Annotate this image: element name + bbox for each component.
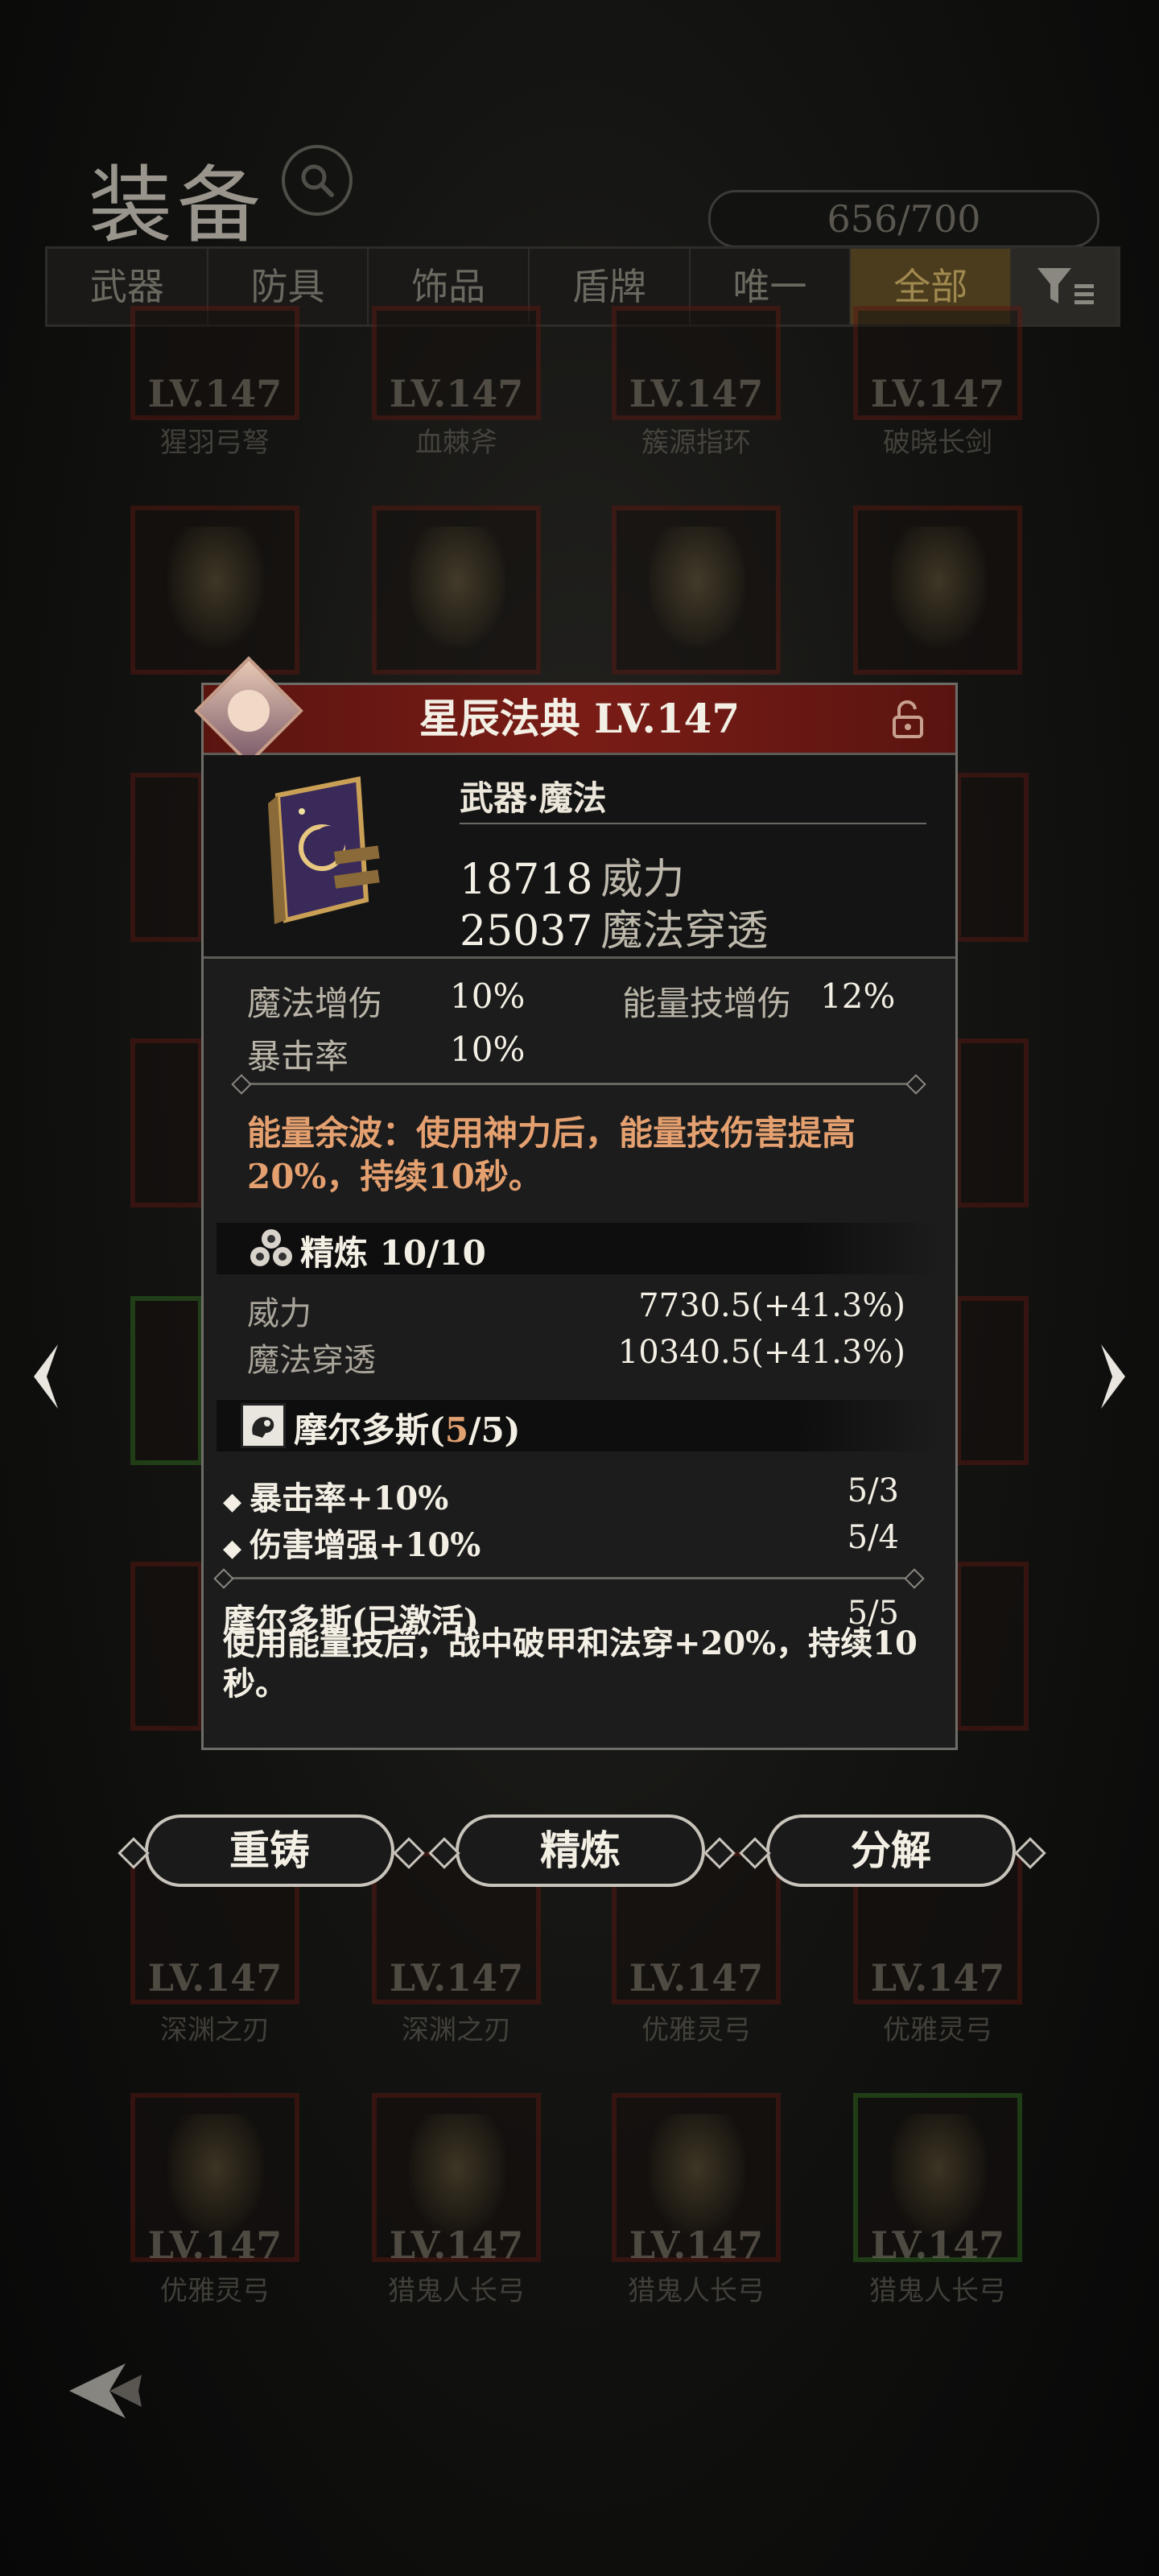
next-item-button[interactable]: [1088, 1336, 1136, 1417]
item-image: [890, 2114, 987, 2235]
stat-value: 25037: [460, 907, 593, 956]
previous-item-button[interactable]: [23, 1336, 71, 1417]
grid-item-name: 猎鬼人长弓: [388, 2275, 525, 2307]
stat-label: 魔法穿透: [600, 907, 769, 956]
item-image: [890, 526, 987, 647]
grid-item-name: 优雅灵弓: [641, 2014, 751, 2046]
refine-title: 精炼 10/10: [300, 1233, 486, 1273]
refine-icon: [250, 1229, 292, 1266]
grid-item[interactable]: [612, 506, 781, 675]
unlock-icon[interactable]: [888, 700, 928, 740]
ornament-divider: [241, 1083, 917, 1085]
set-bonus-count: 5/4: [847, 1519, 899, 1556]
item-divider: [460, 823, 926, 824]
main-stat-magic-pen: 25037 魔法穿透: [460, 897, 768, 957]
grid-item-level: LV.147: [629, 1956, 764, 2000]
item-image: [409, 526, 505, 647]
grid-item-level: LV.147: [870, 372, 1005, 415]
grid-item-level: LV.147: [629, 2223, 764, 2267]
set-active-desc: 使用能量技后，战中破甲和法穿+20%，持续10秒。: [223, 1624, 918, 1703]
set-bonus-label: 暴击率+10%: [250, 1480, 449, 1517]
chevron-left-icon: [34, 1344, 58, 1409]
grid-item[interactable]: [130, 1038, 203, 1208]
item-image: [649, 2114, 745, 2235]
item-type: 武器·魔法: [460, 778, 607, 818]
sub-stat-value: 12%: [820, 976, 896, 1016]
grid-item[interactable]: [130, 506, 299, 675]
grid-item[interactable]: [130, 1296, 203, 1465]
grid-item-level: LV.147: [870, 2223, 1005, 2267]
reforge-button[interactable]: 重铸: [145, 1814, 394, 1887]
refine-stat-label: 威力: [247, 1295, 311, 1332]
sub-stat-label: 能量技增伤: [622, 984, 792, 1023]
grid-item-level: LV.147: [629, 372, 764, 415]
item-image: [409, 2114, 505, 2235]
search-button[interactable]: [282, 145, 353, 216]
grid-item[interactable]: [372, 506, 541, 675]
set-title: 摩尔多斯(5/5): [294, 1403, 521, 1452]
refine-stat-label: 魔法穿透: [247, 1342, 376, 1379]
plain-divider: [223, 1577, 915, 1579]
grid-item-name: 深渊之刃: [402, 2014, 511, 2046]
grid-item-name: 优雅灵弓: [883, 2014, 992, 2046]
sub-stat-label: 暴击率: [247, 1037, 349, 1076]
dismantle-button[interactable]: 分解: [766, 1814, 1016, 1887]
grid-item-name: 猎鬼人长弓: [628, 2275, 765, 2307]
grid-item-name: 血棘斧: [415, 427, 497, 459]
grid-item[interactable]: [956, 1562, 1029, 1731]
sub-stat-value: 10%: [450, 1030, 526, 1069]
item-summary: 武器·魔法 18718 威力 25037 魔法穿透: [204, 755, 955, 959]
grid-item-level: LV.147: [389, 372, 524, 415]
filter-button[interactable]: [1012, 249, 1119, 324]
book-icon: [268, 776, 380, 924]
grid-item-level: LV.147: [147, 1956, 283, 2000]
grid-item[interactable]: [956, 1296, 1029, 1465]
chevron-right-icon: [1101, 1344, 1125, 1409]
grid-item-level: LV.147: [389, 2223, 524, 2267]
set-total: /5): [468, 1410, 521, 1450]
sub-stat-value: 10%: [450, 976, 526, 1016]
grid-item[interactable]: [130, 1562, 203, 1731]
grid-item-level: LV.147: [147, 2223, 283, 2267]
set-bonus-row: ◆ 暴击率+10%: [223, 1480, 449, 1517]
grid-item-level: LV.147: [147, 372, 283, 415]
grid-item[interactable]: [956, 1038, 1029, 1208]
refine-stat-value: 10340.5(+41.3%): [617, 1334, 905, 1371]
filter-icon: [1037, 268, 1095, 304]
refine-button[interactable]: 精炼: [456, 1814, 705, 1887]
inventory-count: 656/700: [708, 190, 1099, 248]
grid-item-level: LV.147: [389, 1956, 524, 2000]
grid-item[interactable]: [956, 773, 1029, 942]
item-detail-popup: 星辰法典 LV.147 武器·魔法 18718 威力 25037 魔法穿透 魔法增伤: [194, 656, 958, 1750]
search-icon: [301, 164, 334, 197]
item-image: [167, 2114, 264, 2235]
set-progress: 5: [444, 1410, 469, 1450]
item-image: [649, 526, 745, 647]
item-title: 星辰法典 LV.147: [419, 695, 740, 742]
back-icon: [69, 2363, 142, 2418]
grid-item[interactable]: [130, 773, 203, 942]
set-bonus-label: 伤害增强+10%: [250, 1526, 481, 1564]
grid-item-name: 猩羽弓弩: [160, 427, 270, 459]
refine-stat-value: 7730.5(+41.3%): [638, 1287, 905, 1324]
grid-item-name: 深渊之刃: [160, 2014, 270, 2046]
grid-item-name: 优雅灵弓: [160, 2275, 270, 2307]
grid-item-name: 猎鬼人长弓: [869, 2275, 1006, 2307]
set-name: 摩尔多斯(: [294, 1410, 445, 1450]
grid-item-name: 破晓长剑: [883, 427, 992, 459]
sub-stat-label: 魔法增伤: [247, 984, 383, 1023]
popup-header: 星辰法典 LV.147: [204, 685, 955, 755]
item-image: [167, 526, 264, 647]
back-button[interactable]: [61, 2351, 150, 2431]
set-emblem-icon: [241, 1403, 286, 1448]
set-bonus-row: ◆ 伤害增强+10%: [223, 1526, 481, 1564]
page-title: 装备: [89, 156, 266, 254]
grid-item-name: 簇源指环: [641, 427, 751, 459]
special-effect: 能量余波：使用神力后，能量技伤害提高20%，持续10秒。: [247, 1113, 856, 1196]
grid-item[interactable]: [853, 506, 1022, 675]
set-bonus-count: 5/3: [847, 1472, 899, 1509]
grid-item-level: LV.147: [870, 1956, 1005, 2000]
